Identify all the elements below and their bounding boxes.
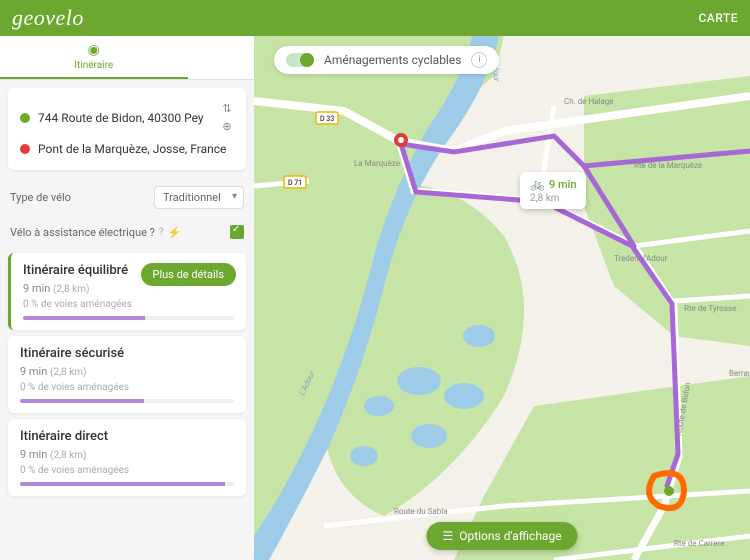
map-canvas[interactable]: D 33 D 71 D 33 La Marquèze Ch. de Halage… (254, 36, 750, 560)
origin-dot-icon (20, 113, 30, 123)
bolt-icon: ⚡ (168, 226, 182, 239)
svg-text:Berraut: Berraut (729, 369, 750, 378)
bike-type-row: Type de vélo Traditionnel (0, 178, 254, 217)
info-icon[interactable]: i (471, 52, 487, 68)
ebike-row: Vélo à assistance électrique ? ? ⚡ (0, 217, 254, 247)
svg-text:Rte de Tyrosse: Rte de Tyrosse (684, 304, 736, 313)
target-icon: ◉ (88, 42, 100, 58)
cycle-lanes-toggle[interactable]: Aménagements cyclables i (274, 46, 499, 74)
svg-text:D 33: D 33 (320, 115, 334, 123)
tab-itinerary[interactable]: ◉ Itinéraire (0, 36, 188, 79)
details-button[interactable]: Plus de détails (141, 263, 237, 286)
svg-text:Tredem l'Adour: Tredem l'Adour (614, 254, 668, 263)
origin-text: 744 Route de Bidon, 40300 Pey (38, 111, 204, 125)
progress-bar (20, 399, 234, 403)
sidebar: 744 Route de Bidon, 40300 Pey ⇅ ⊕ Pont d… (0, 80, 254, 560)
swap-icon[interactable]: ⇅ (220, 102, 234, 116)
origin-field[interactable]: 744 Route de Bidon, 40300 Pey ⇅ ⊕ (20, 98, 234, 138)
route-secure[interactable]: Itinéraire sécurisé 9 min (2,8 km) 0 % d… (8, 336, 246, 413)
svg-text:Route du Sabla: Route du Sabla (394, 507, 448, 516)
route-balanced[interactable]: Itinéraire équilibré Plus de détails 9 m… (8, 253, 246, 330)
destination-text: Pont de la Marquèze, Josse, France (38, 142, 226, 156)
header-map-link[interactable]: CARTE (698, 11, 738, 25)
ebike-label: Vélo à assistance électrique ? (10, 226, 155, 239)
route-popup[interactable]: 🚲9 min 2,8 km (520, 172, 586, 209)
svg-text:Ch. de Halage: Ch. de Halage (564, 97, 614, 106)
progress-bar (20, 482, 234, 486)
switch-icon[interactable] (286, 53, 314, 67)
layers-icon: ☰ (442, 529, 453, 543)
bike-type-select[interactable]: Traditionnel (154, 186, 244, 209)
destination-dot-icon (20, 144, 30, 154)
route-direct[interactable]: Itinéraire direct 9 min (2,8 km) 0 % de … (8, 419, 246, 496)
bike-type-label: Type de vélo (10, 191, 71, 204)
svg-text:Rte de la Marquèze: Rte de la Marquèze (634, 161, 702, 170)
svg-text:Rte de Carrere: Rte de Carrere (674, 539, 725, 548)
waypoints-card: 744 Route de Bidon, 40300 Pey ⇅ ⊕ Pont d… (8, 88, 246, 170)
display-options-button[interactable]: ☰ Options d'affichage (426, 522, 577, 550)
help-icon[interactable]: ? (159, 227, 164, 238)
app-header: geovelo CARTE (0, 0, 750, 36)
add-stop-icon[interactable]: ⊕ (220, 120, 234, 134)
svg-text:D 71: D 71 (288, 179, 302, 187)
bike-icon: 🚲 (530, 177, 545, 191)
ebike-checkbox[interactable] (230, 225, 244, 239)
logo: geovelo (12, 5, 84, 31)
destination-field[interactable]: Pont de la Marquèze, Josse, France (20, 138, 234, 160)
svg-text:La Marquèze: La Marquèze (354, 159, 400, 168)
progress-bar (23, 316, 234, 320)
